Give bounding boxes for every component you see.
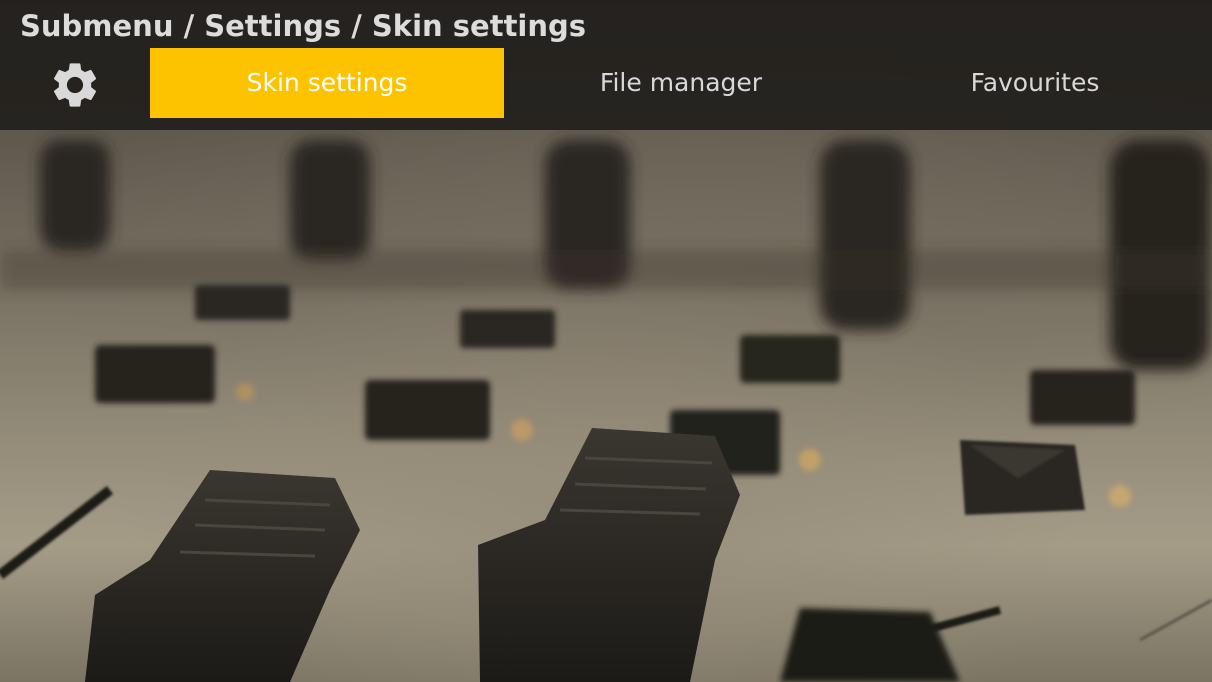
background-knobs (0, 140, 1212, 370)
tab-file-manager[interactable]: File manager (504, 48, 858, 118)
screen: Submenu / Settings / Skin settings Skin … (0, 0, 1212, 682)
top-bar: Submenu / Settings / Skin settings Skin … (0, 0, 1212, 130)
tab-skin-settings[interactable]: Skin settings (150, 48, 504, 118)
fader-left (85, 470, 360, 682)
gear-icon[interactable] (48, 58, 102, 112)
fader-middle (478, 428, 740, 682)
breadcrumb: Submenu / Settings / Skin settings (20, 9, 587, 43)
fader-right (780, 608, 960, 682)
tab-favourites[interactable]: Favourites (858, 48, 1212, 118)
